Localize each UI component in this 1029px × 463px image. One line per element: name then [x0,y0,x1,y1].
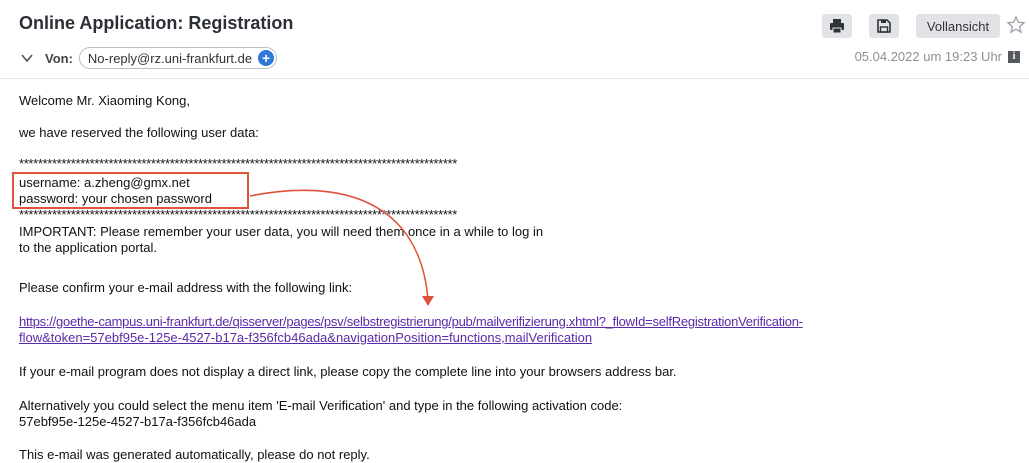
verification-link-line-2[interactable]: flow&token=57ebf95e-125e-4527-b17a-f356f… [19,330,592,346]
confirm-line: Please confirm your e-mail address with … [19,280,353,295]
chevron-down-icon[interactable] [19,50,35,66]
save-button[interactable] [869,14,899,38]
greeting: Welcome Mr. Xiaoming Kong, [19,93,190,108]
from-row: Von: No-reply@rz.uni-frankfurt.de + [19,46,278,70]
star-icon[interactable] [1006,15,1026,35]
sender-address: No-reply@rz.uni-frankfurt.de [87,50,253,66]
verification-link-line-1[interactable]: https://goethe-campus.uni-frankfurt.de/q… [19,314,803,330]
sender-chip[interactable]: No-reply@rz.uni-frankfurt.de + [78,47,278,69]
credentials-highlight-box [12,172,249,209]
print-button[interactable] [822,14,852,38]
important-line-1: IMPORTANT: Please remember your user dat… [19,224,544,239]
full-view-button[interactable]: Vollansicht [916,14,1000,38]
important-line-2: to the application portal. [19,240,158,255]
printer-icon [830,19,844,34]
email-header: Online Application: Registration Von: No… [0,0,1029,78]
no-link-instructions: If your e-mail program does not display … [19,364,677,379]
alternative-line-1: Alternatively you could select the menu … [19,398,623,413]
header-divider [0,78,1029,79]
from-label: Von: [45,50,73,66]
activation-code: 57ebf95e-125e-4527-b17a-f356fcb46ada [19,414,257,429]
info-icon[interactable]: i [1008,50,1020,63]
plus-circle-icon[interactable]: + [258,50,275,66]
separator-stars-bottom: ****************************************… [19,207,457,222]
auto-generated-notice: This e-mail was generated automatically,… [19,447,370,462]
date-row: 05.04.2022 um 19:23 Uhr i [855,49,1020,64]
email-subject: Online Application: Registration [19,13,294,33]
save-icon [877,19,891,33]
email-date: 05.04.2022 um 19:23 Uhr [854,49,1002,64]
separator-stars-top: ****************************************… [19,156,457,171]
reserved-line: we have reserved the following user data… [19,125,259,140]
